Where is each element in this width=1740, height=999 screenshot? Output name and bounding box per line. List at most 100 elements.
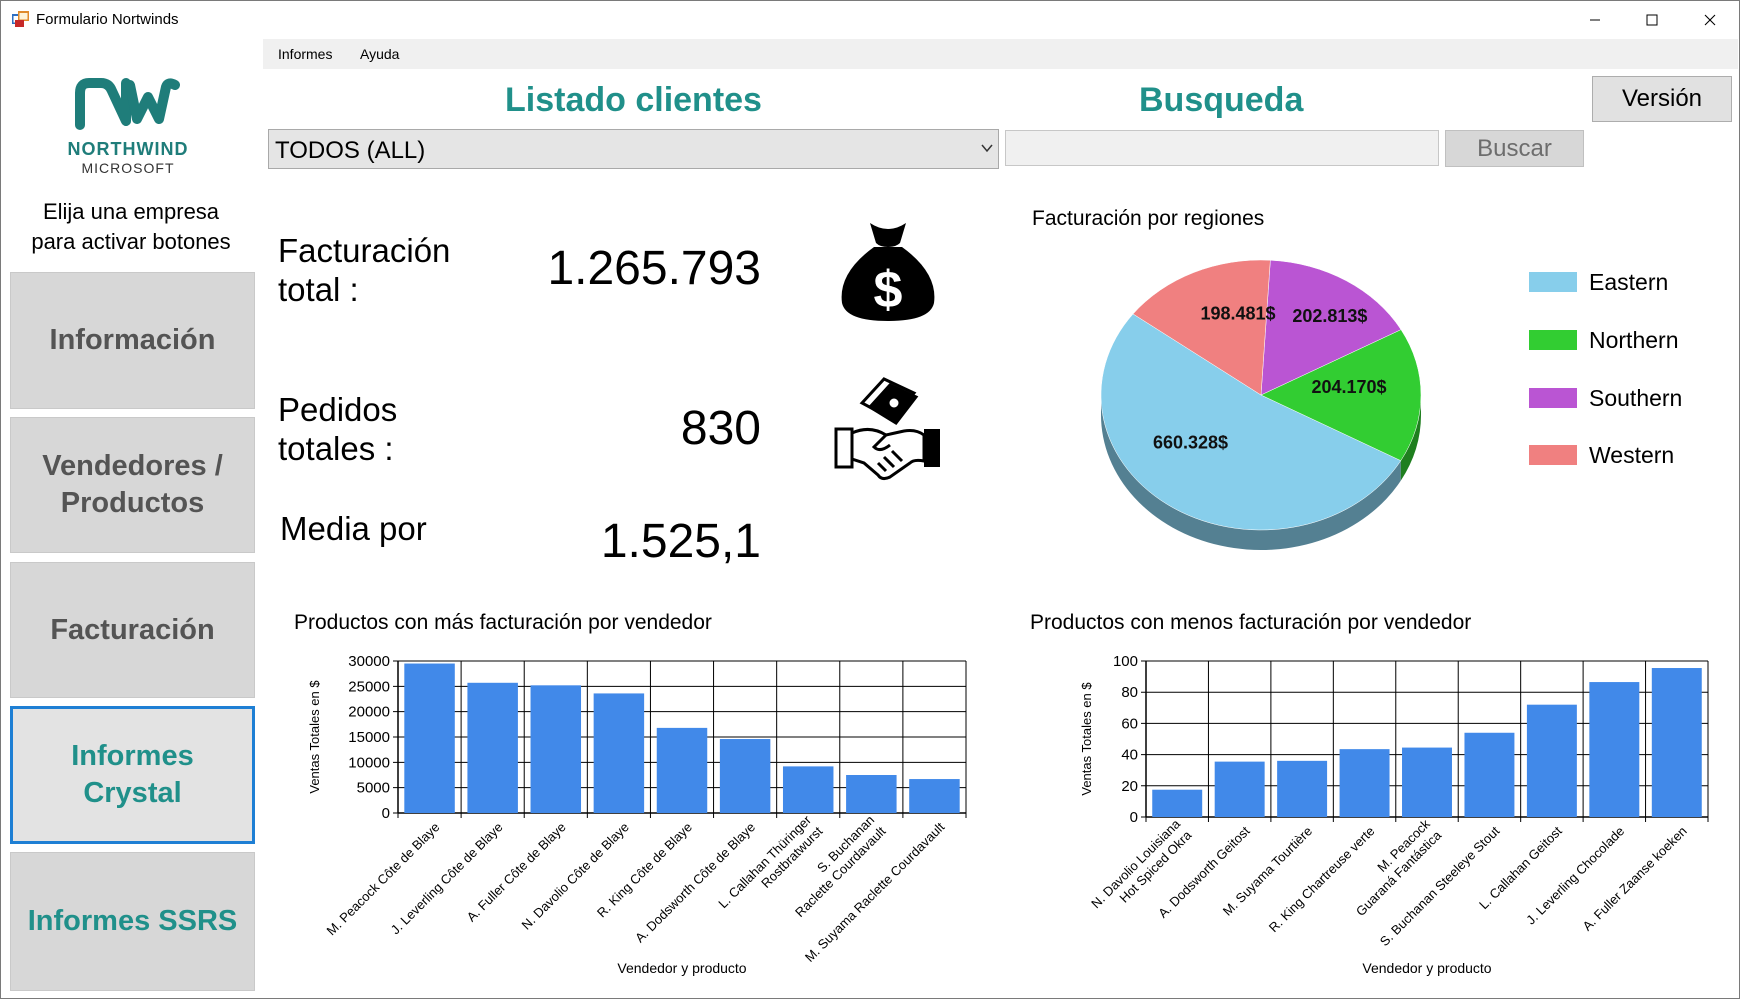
ssrs-button-label: Informes SSRS xyxy=(27,905,238,937)
bar xyxy=(593,693,645,813)
legend-item-western: Western xyxy=(1529,442,1674,468)
y-tick-label: 100 xyxy=(1113,653,1138,670)
pie-label-southern: 202.813$ xyxy=(1292,306,1367,326)
bar xyxy=(530,685,582,813)
x-tick-label: R. King Chartreuse verte xyxy=(1266,823,1378,935)
media-por-value: 1.525,1 xyxy=(600,515,761,568)
listado-clientes-title: Listado clientes xyxy=(505,81,762,119)
facturacion-label-line-2: total : xyxy=(278,271,359,308)
legend-item-northern: Northern xyxy=(1529,327,1678,353)
y-tick-label: 5000 xyxy=(357,780,390,797)
y-axis-title: Ventas Totales en $ xyxy=(307,680,322,794)
search-input[interactable] xyxy=(1005,130,1439,166)
facturacion-button-label: Facturación xyxy=(50,613,215,646)
informes-ssrs-button[interactable]: Informes SSRS xyxy=(10,852,255,991)
maximize-button[interactable] xyxy=(1623,1,1681,39)
pedidos-totales-label: Pedidos totales : xyxy=(278,390,397,468)
bar xyxy=(1277,760,1328,817)
menu-informes[interactable]: Informes xyxy=(278,46,332,62)
legend-swatch-southern xyxy=(1529,388,1577,408)
facturacion-total-label: Facturación total : xyxy=(278,231,450,309)
bar xyxy=(719,739,771,813)
window-title: Formulario Nortwinds xyxy=(36,11,179,28)
handshake-deal-icon xyxy=(834,377,940,481)
bar xyxy=(1464,732,1515,817)
y-tick-label: 40 xyxy=(1121,747,1138,764)
minimize-button[interactable] xyxy=(1566,1,1624,39)
y-tick-label: 20000 xyxy=(348,704,390,721)
bar xyxy=(1214,761,1265,817)
y-tick-label: 20 xyxy=(1121,778,1138,795)
bar xyxy=(1402,747,1452,817)
maximize-icon xyxy=(1646,14,1658,26)
vendedores-productos-button[interactable]: Vendedores / Productos xyxy=(10,417,255,553)
y-tick-label: 25000 xyxy=(348,678,390,695)
legend-swatch-western xyxy=(1529,445,1577,465)
y-tick-label: 10000 xyxy=(348,754,390,771)
pedidos-totales-value: 830 xyxy=(680,402,761,455)
informes-crystal-button[interactable]: Informes Crystal xyxy=(10,706,255,844)
bar xyxy=(1651,668,1702,817)
bar xyxy=(846,775,897,813)
y-tick-label: 0 xyxy=(382,805,390,822)
combo-selected-value: TODOS (ALL) xyxy=(275,137,426,164)
top-products-bar-chart: 0 5000 10000 15000 20000 25000 30000 M. Peacock… xyxy=(307,653,967,976)
pedidos-label-line-1: Pedidos xyxy=(278,391,398,428)
y-tick-label: 80 xyxy=(1121,684,1138,701)
bar xyxy=(782,766,834,813)
informacion-button-label: Información xyxy=(49,324,216,356)
pie-label-western: 198.481$ xyxy=(1200,304,1275,324)
informacion-button[interactable]: Información xyxy=(10,272,255,409)
legend-swatch-eastern xyxy=(1529,272,1577,292)
y-tick-label: 60 xyxy=(1121,715,1138,732)
x-tick-label-text: M. Peacock Côte de Blaye xyxy=(324,819,443,938)
logo-text-main: NORTHWIND xyxy=(68,139,189,159)
money-bag-icon: $ xyxy=(841,223,935,321)
crystal-button-line-1: Informes xyxy=(71,740,194,772)
close-icon xyxy=(1704,14,1716,26)
y-tick-label: 30000 xyxy=(348,653,390,670)
pie-chart-title: Facturación por regiones xyxy=(1032,207,1265,230)
pie-label-northern: 204.170$ xyxy=(1311,377,1386,397)
chevron-down-icon xyxy=(981,144,993,153)
bar xyxy=(1526,704,1577,817)
buscar-button[interactable]: Buscar xyxy=(1445,130,1584,167)
busqueda-title: Busqueda xyxy=(1139,81,1304,119)
app-icon xyxy=(12,11,29,27)
northwind-logo: NORTHWIND MICROSOFT xyxy=(68,78,189,176)
pedidos-label-line-2: totales : xyxy=(278,430,394,467)
legend-item-eastern: Eastern xyxy=(1529,269,1668,295)
y-axis-title: Ventas Totales en $ xyxy=(1079,682,1094,796)
pie-label-eastern: 660.328$ xyxy=(1153,433,1228,453)
x-tick-label-text: N. Davolio Côte de Blaye xyxy=(519,819,632,932)
bar xyxy=(1339,749,1390,817)
x-tick-label: N. Davolio Côte de Blaye xyxy=(519,819,632,932)
facturacion-total-value: 1.265.793 xyxy=(547,242,761,295)
logo-text-sub: MICROSOFT xyxy=(82,160,175,176)
legend-item-southern: Southern xyxy=(1529,384,1683,411)
legend-label-southern: Southern xyxy=(1589,384,1683,411)
bar xyxy=(467,682,518,813)
legend-swatch-northern xyxy=(1529,330,1577,350)
svg-text:$: $ xyxy=(874,261,903,319)
x-tick-label-text: J. Leverling Côte de Blaye xyxy=(388,819,506,937)
x-tick-label: M. Peacock Côte de Blaye xyxy=(324,819,443,938)
top-products-chart-title: Productos con más facturación por vended… xyxy=(294,611,712,634)
menu-ayuda[interactable]: Ayuda xyxy=(360,46,399,62)
version-button[interactable]: Versión xyxy=(1592,76,1732,122)
x-axis-title: Vendedor y producto xyxy=(1362,960,1491,976)
instruction-line-2: para activar botones xyxy=(31,229,231,254)
close-button[interactable] xyxy=(1681,1,1739,39)
bar xyxy=(404,663,455,813)
x-tick-label-text: R. King Chartreuse verte xyxy=(1266,823,1378,935)
bottom-products-chart-title: Productos con menos facturación por vend… xyxy=(1030,611,1472,634)
x-tick-label: J. Leverling Côte de Blaye xyxy=(388,819,506,937)
crystal-button-line-2: Crystal xyxy=(83,777,182,809)
bar xyxy=(1589,682,1640,817)
vendedores-button-line-1: Vendedores / xyxy=(42,450,223,482)
facturacion-button[interactable]: Facturación xyxy=(10,562,255,698)
vendedores-button-line-2: Productos xyxy=(60,487,205,519)
bar xyxy=(1152,789,1203,817)
company-combobox[interactable]: TODOS (ALL) xyxy=(268,129,999,169)
media-por-label: Media por xyxy=(280,510,427,547)
